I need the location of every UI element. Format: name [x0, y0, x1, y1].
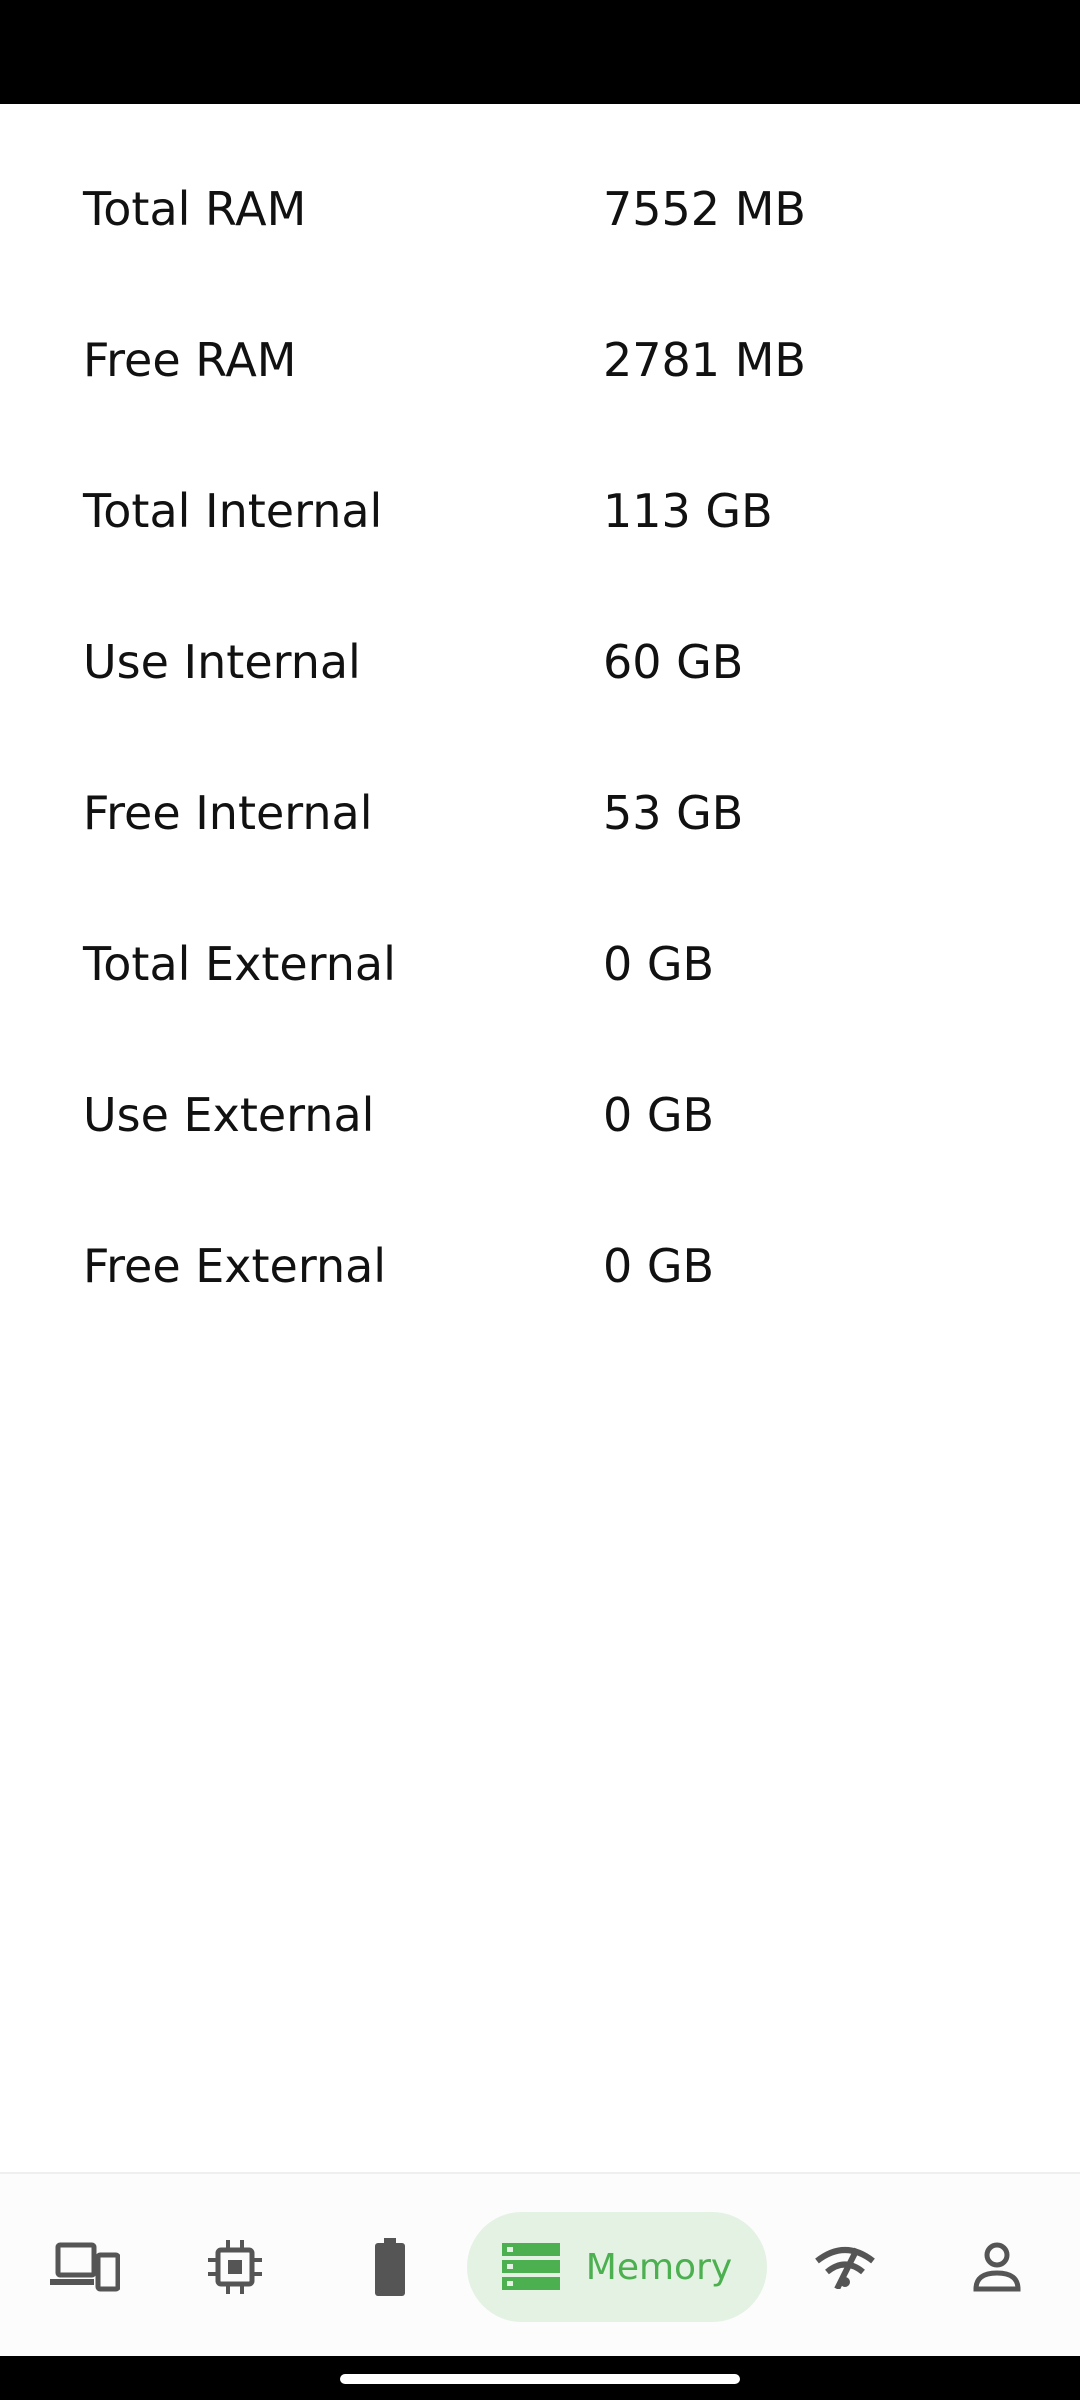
row-value: 113 GB	[603, 484, 773, 538]
nav-memory[interactable]: Memory	[467, 2212, 767, 2322]
nav-battery[interactable]	[335, 2212, 445, 2322]
row-use-external: Use External 0 GB	[0, 1065, 1080, 1165]
row-use-internal: Use Internal 60 GB	[0, 612, 1080, 712]
nav-device[interactable]	[30, 2212, 140, 2322]
cpu-icon	[208, 2240, 262, 2294]
row-value: 0 GB	[603, 937, 715, 991]
row-total-internal: Total Internal 113 GB	[0, 461, 1080, 561]
row-label: Use Internal	[83, 635, 361, 689]
row-free-external: Free External 0 GB	[0, 1216, 1080, 1316]
row-value: 53 GB	[603, 786, 744, 840]
bottom-navigation: Memory	[0, 2172, 1080, 2358]
row-label: Free RAM	[83, 333, 297, 387]
battery-icon	[375, 2238, 405, 2296]
nav-network[interactable]	[790, 2212, 900, 2322]
row-label: Free External	[83, 1239, 387, 1293]
row-label: Total External	[83, 937, 396, 991]
home-handle[interactable]	[340, 2374, 740, 2384]
row-free-internal: Free Internal 53 GB	[0, 763, 1080, 863]
row-value: 7552 MB	[603, 182, 806, 236]
person-icon	[973, 2242, 1021, 2292]
row-label: Total RAM	[83, 182, 307, 236]
status-bar	[0, 0, 1080, 104]
row-label: Use External	[83, 1088, 375, 1142]
row-free-ram: Free RAM 2781 MB	[0, 310, 1080, 410]
row-label: Free Internal	[83, 786, 373, 840]
nav-memory-label: Memory	[585, 2246, 733, 2288]
network-icon	[815, 2247, 875, 2289]
system-gesture-bar	[0, 2356, 1080, 2400]
row-total-external: Total External 0 GB	[0, 914, 1080, 1014]
memory-icon	[501, 2243, 560, 2290]
row-value: 0 GB	[603, 1088, 715, 1142]
row-value: 0 GB	[603, 1239, 715, 1293]
devices-icon	[50, 2242, 120, 2292]
row-value: 60 GB	[603, 635, 744, 689]
nav-cpu[interactable]	[180, 2212, 290, 2322]
nav-profile[interactable]	[942, 2212, 1052, 2322]
row-label: Total Internal	[83, 484, 383, 538]
row-total-ram: Total RAM 7552 MB	[0, 159, 1080, 259]
row-value: 2781 MB	[603, 333, 806, 387]
